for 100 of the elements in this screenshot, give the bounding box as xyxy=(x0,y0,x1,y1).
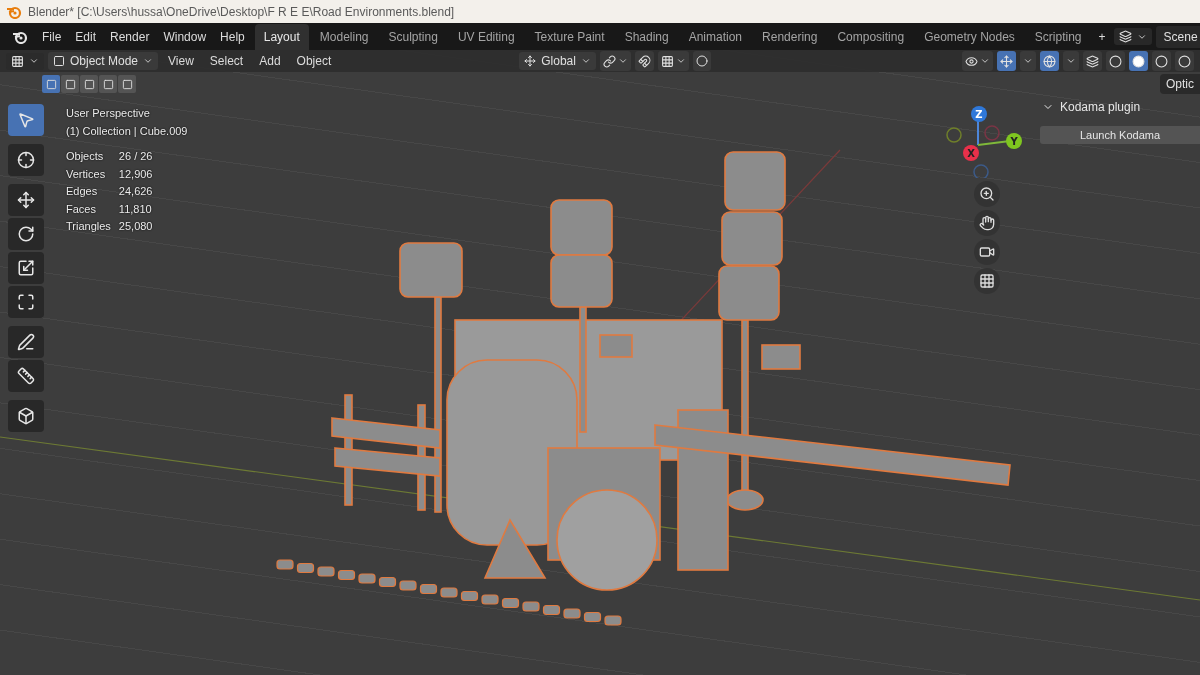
shading-button[interactable] xyxy=(1175,51,1194,71)
sphere-icon xyxy=(1155,54,1168,68)
axis-gizmo[interactable]: Z Y X xyxy=(946,106,1022,178)
zoom-icon xyxy=(979,186,995,202)
select-mode-button[interactable] xyxy=(99,75,117,93)
caret-icon xyxy=(1023,56,1033,66)
caret-icon xyxy=(143,56,154,66)
ortho-button[interactable] xyxy=(974,268,1000,294)
menu-item[interactable]: Render xyxy=(104,26,156,47)
grid-icon xyxy=(660,54,674,68)
menu-item[interactable]: Help xyxy=(214,26,251,47)
orientation-dropdown[interactable]: Global xyxy=(519,52,596,70)
workspace-tab[interactable]: Scripting xyxy=(1025,24,1091,50)
transform-tool-button[interactable] xyxy=(8,286,44,318)
axis-label: X xyxy=(967,148,975,159)
workspace-tab[interactable]: Compositing xyxy=(828,24,914,50)
stat-label: Vertices xyxy=(66,166,107,182)
grid-icon xyxy=(979,273,995,289)
square-icon xyxy=(64,78,76,90)
menu-item[interactable]: Select xyxy=(203,51,250,71)
select-mode-button[interactable] xyxy=(118,75,136,93)
add-workspace-button[interactable]: + xyxy=(1092,26,1112,47)
move-arrows-icon xyxy=(17,191,35,209)
pivot-button[interactable] xyxy=(599,51,631,71)
proportional-edit-button[interactable] xyxy=(692,51,711,71)
workspace-tab[interactable]: Geometry Nodes xyxy=(915,24,1024,50)
mode-dropdown[interactable]: Object Mode xyxy=(48,52,159,70)
square-icon xyxy=(45,78,57,90)
square-icon xyxy=(102,78,114,90)
shading-button[interactable] xyxy=(1152,51,1171,71)
snap-button[interactable] xyxy=(634,51,654,71)
workspace-tab[interactable]: Modeling xyxy=(310,24,378,50)
caret-icon xyxy=(617,56,628,66)
square-icon xyxy=(53,55,65,67)
cursor-tool-button[interactable] xyxy=(8,144,44,176)
scene-field[interactable]: Scene xyxy=(1155,25,1200,48)
camera-button[interactable] xyxy=(974,239,1000,265)
move-arrows-icon xyxy=(524,55,537,67)
menu-item[interactable]: View xyxy=(162,51,200,71)
circle-icon xyxy=(695,55,708,67)
measure-tool-button[interactable] xyxy=(8,360,44,392)
scale-tool-button[interactable] xyxy=(8,252,44,284)
add-cube-icon xyxy=(17,407,35,425)
gizmo-toggle[interactable] xyxy=(997,51,1016,71)
layers-icon xyxy=(1086,54,1099,68)
snap-target-button[interactable] xyxy=(657,51,689,71)
stat-label: Edges xyxy=(66,184,99,199)
pan-button[interactable] xyxy=(974,210,1000,236)
grid-icon xyxy=(11,54,24,68)
select-tool-button[interactable] xyxy=(8,104,44,136)
panel-header[interactable]: Kodama plugin xyxy=(1040,98,1200,116)
workspace-tab[interactable]: Animation xyxy=(679,24,752,50)
select-mode-button[interactable] xyxy=(42,75,60,93)
add-cube-tool-button[interactable] xyxy=(8,400,44,432)
magnet-icon xyxy=(637,54,651,68)
zoom-button[interactable] xyxy=(974,181,1000,207)
logo-icon xyxy=(12,29,28,44)
overlay-toggle[interactable] xyxy=(1040,51,1059,71)
select-mode-button[interactable] xyxy=(80,75,98,93)
menu-item[interactable]: Edit xyxy=(69,26,103,47)
options-tab[interactable]: Optic xyxy=(1160,74,1200,94)
transform-icon xyxy=(17,293,35,311)
rotate-icon xyxy=(17,225,35,243)
view-name: User Perspective xyxy=(66,106,150,121)
workspace-tab[interactable]: Texture Paint xyxy=(525,24,614,50)
visibility-button[interactable] xyxy=(962,51,993,71)
scale-icon xyxy=(17,259,35,277)
select-mode-button[interactable] xyxy=(61,75,79,93)
workspace-tab[interactable]: Rendering xyxy=(753,24,827,50)
stat-value: 11,810 xyxy=(118,201,153,217)
square-icon xyxy=(83,78,95,90)
axis-label: Y xyxy=(1010,136,1018,147)
workspace-tab[interactable]: UV Editing xyxy=(448,24,524,50)
shading-button[interactable] xyxy=(1129,51,1148,71)
eye-icon xyxy=(965,54,978,68)
move-tool-button[interactable] xyxy=(8,184,44,216)
menu-item[interactable]: Window xyxy=(157,26,213,47)
workspace-tab[interactable]: Shading xyxy=(615,24,678,50)
stat-value: 12,906 xyxy=(118,166,153,182)
window-title: Blender* [C:\Users\hussa\OneDrive\Desktop\F R E E\Road Environments.blend] xyxy=(28,4,455,19)
hand-icon xyxy=(979,215,995,231)
menu-item[interactable]: File xyxy=(36,26,68,47)
shading-button[interactable] xyxy=(1106,51,1125,71)
annotate-tool-button[interactable] xyxy=(8,326,44,358)
menu-item[interactable]: Object xyxy=(290,51,338,71)
sphere-icon xyxy=(1132,54,1145,68)
stat-value: 25,080 xyxy=(118,219,153,234)
caret-icon xyxy=(1066,56,1076,66)
caret-icon xyxy=(29,56,39,66)
pen-icon xyxy=(17,333,35,351)
workspace-tab[interactable]: Layout xyxy=(254,24,309,50)
xray-button[interactable] xyxy=(1083,51,1102,71)
launch-button[interactable]: Launch Kodama xyxy=(1040,126,1200,144)
menu-item[interactable]: Add xyxy=(253,51,287,71)
scene-browse-button[interactable] xyxy=(1113,28,1152,45)
rotate-tool-button[interactable] xyxy=(8,218,44,250)
stat-value: 26 / 26 xyxy=(118,149,153,164)
workspace-tab[interactable]: Sculpting xyxy=(379,24,447,50)
sphere-icon xyxy=(1178,54,1191,68)
sphere-icon xyxy=(1109,54,1122,68)
